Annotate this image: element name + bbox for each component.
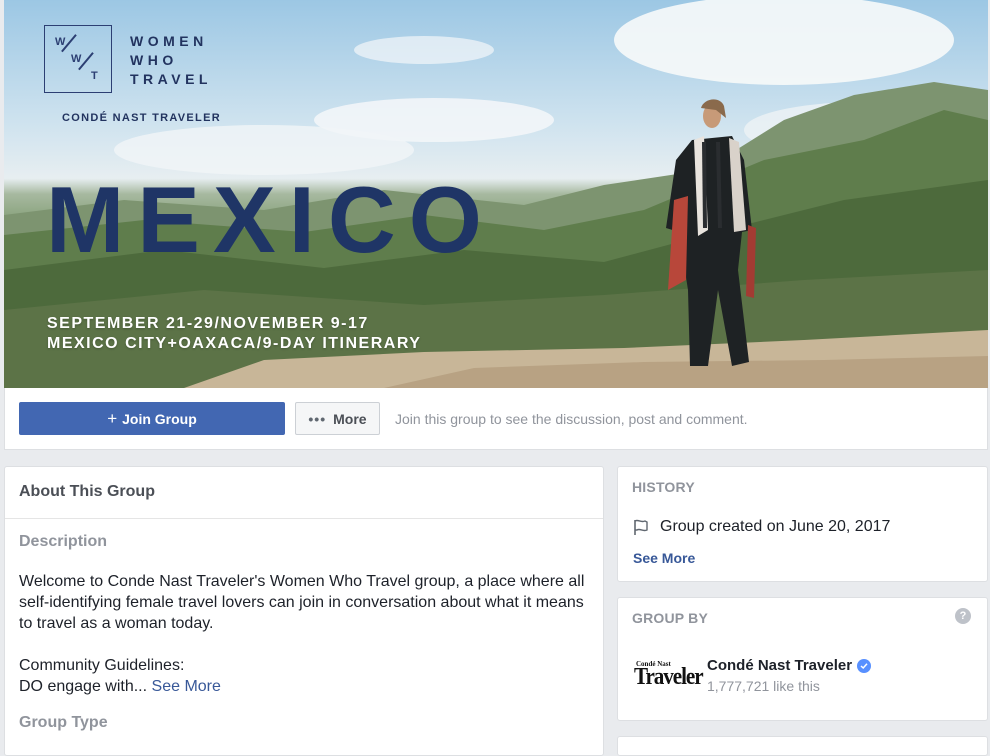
wordmark-line: TRAVEL <box>130 71 212 87</box>
page-likes: 1,777,721 like this <box>707 678 820 694</box>
group-created-row: Group created on June 20, 2017 <box>632 518 890 536</box>
logo-letter: W <box>71 53 83 65</box>
about-group-card: About This Group Description Welcome to … <box>4 466 604 756</box>
about-title: About This Group <box>5 467 603 519</box>
description-text: Welcome to Conde Nast Traveler's Women W… <box>19 571 589 697</box>
description-see-more-link[interactable]: See More <box>152 678 221 695</box>
itinerary-line: MEXICO CITY+OAXACA/9-DAY ITINERARY <box>47 335 422 352</box>
group-by-heading: GROUP BY <box>632 610 709 626</box>
wordmark-line: WHO <box>130 52 178 68</box>
wwt-wordmark: WOMEN WHO TRAVEL <box>130 32 212 89</box>
more-label: More <box>333 410 367 427</box>
join-group-button[interactable]: + Join Group <box>19 402 285 435</box>
guidelines-heading: Community Guidelines: <box>19 657 185 674</box>
group-type-heading: Group Type <box>19 714 108 731</box>
verified-badge-icon <box>857 658 872 673</box>
help-icon[interactable]: ? <box>955 608 971 624</box>
history-card: HISTORY Group created on June 20, 2017 S… <box>617 466 988 582</box>
guidelines-snippet: DO engage with... See More <box>19 676 589 697</box>
publisher-name: CONDÉ NAST TRAVELER <box>62 112 221 124</box>
next-card <box>617 736 988 756</box>
group-cover-photo[interactable]: W W T WOMEN WHO TRAVEL CONDÉ NAST TRAVEL… <box>4 0 988 388</box>
flag-icon <box>634 519 648 535</box>
description-body: Welcome to Conde Nast Traveler's Women W… <box>19 573 585 632</box>
page-name-link[interactable]: Condé Nast Traveler <box>707 657 872 674</box>
history-see-more-link[interactable]: See More <box>633 550 695 566</box>
cover-dates: SEPTEMBER 21-29/NOVEMBER 9-17 MEXICO CIT… <box>47 314 421 354</box>
traveler-logo-big: Traveler <box>634 664 704 690</box>
guidelines-text: DO engage with... <box>19 678 148 695</box>
ellipsis-icon: ••• <box>308 410 327 427</box>
description-heading: Description <box>19 533 108 550</box>
history-heading: HISTORY <box>632 479 695 495</box>
join-message: Join this group to see the discussion, p… <box>395 411 748 427</box>
wordmark-line: WOMEN <box>130 33 208 49</box>
group-by-card: GROUP BY ? Condé Nast Traveler Condé Nas… <box>617 597 988 721</box>
group-created-text: Group created on June 20, 2017 <box>660 518 891 535</box>
group-action-bar: + Join Group ••• More Join this group to… <box>4 388 988 450</box>
page-name: Condé Nast Traveler <box>707 657 853 674</box>
more-button[interactable]: ••• More <box>295 402 380 435</box>
traveler-logo[interactable]: Condé Nast Traveler <box>634 660 704 690</box>
cover-headline: MEXICO <box>46 167 495 272</box>
dates-line: SEPTEMBER 21-29/NOVEMBER 9-17 <box>47 315 369 332</box>
logo-letter: T <box>91 70 99 82</box>
join-group-label: Join Group <box>122 410 197 427</box>
wwt-logo-icon: W W T <box>44 25 112 93</box>
plus-icon: + <box>107 408 118 428</box>
